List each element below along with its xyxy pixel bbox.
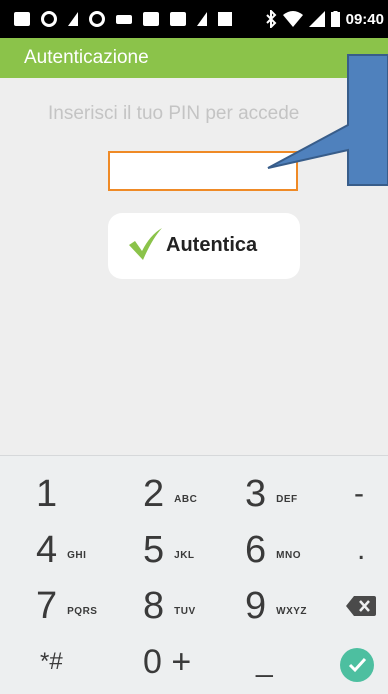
checkmark-icon [129, 228, 162, 260]
signal-icon [308, 11, 325, 27]
backspace-icon [346, 596, 376, 616]
battery-icon [330, 11, 340, 27]
page-title: Autenticazione [24, 47, 149, 68]
pin-prompt: Inserisci il tuo PIN per accede [48, 103, 300, 124]
key-6[interactable]: 6 MNO [245, 524, 301, 576]
backspace-key[interactable] [346, 580, 376, 632]
square-icon [218, 12, 232, 26]
missed-call-icon [197, 12, 207, 26]
key-9[interactable]: 9 WXYZ [245, 580, 307, 632]
app-bar: Autenticazione [0, 38, 388, 78]
status-bar: 09:40 [0, 0, 388, 38]
numeric-keyboard: 1 2 ABC 3 DEF - 4 GHI 5 JKL 6 MNO . 7 PQ… [0, 455, 388, 694]
key-0[interactable]: 0 + [143, 636, 191, 688]
key-3[interactable]: 3 DEF [245, 468, 298, 520]
image-icon [170, 12, 186, 26]
authenticate-label: Autentica [166, 234, 258, 256]
sync-icon [41, 11, 57, 27]
key-dash[interactable]: - [354, 468, 364, 520]
key-dot[interactable]: . [357, 524, 365, 576]
message-icon [14, 12, 30, 26]
key-star-hash[interactable]: *# [40, 636, 63, 688]
key-8[interactable]: 8 TUV [143, 580, 196, 632]
bluetooth-icon [265, 10, 277, 28]
chat-icon [143, 12, 159, 26]
key-2[interactable]: 2 ABC [143, 468, 197, 520]
done-button[interactable] [340, 648, 374, 682]
key-4[interactable]: 4 GHI [36, 524, 86, 576]
pin-input[interactable] [108, 151, 298, 191]
status-time: 09:40 [345, 10, 384, 28]
checkmark-icon [348, 657, 367, 673]
wifi-icon [282, 11, 303, 27]
key-7[interactable]: 7 PQRS [36, 580, 97, 632]
phone-icon [89, 11, 105, 27]
key-5[interactable]: 5 JKL [143, 524, 195, 576]
key-space[interactable]: _ [256, 636, 273, 688]
app-icon [68, 12, 78, 26]
key-1[interactable]: 1 [36, 468, 57, 520]
authenticate-button[interactable]: Autentica [108, 213, 300, 279]
keyboard-icon [116, 14, 132, 24]
